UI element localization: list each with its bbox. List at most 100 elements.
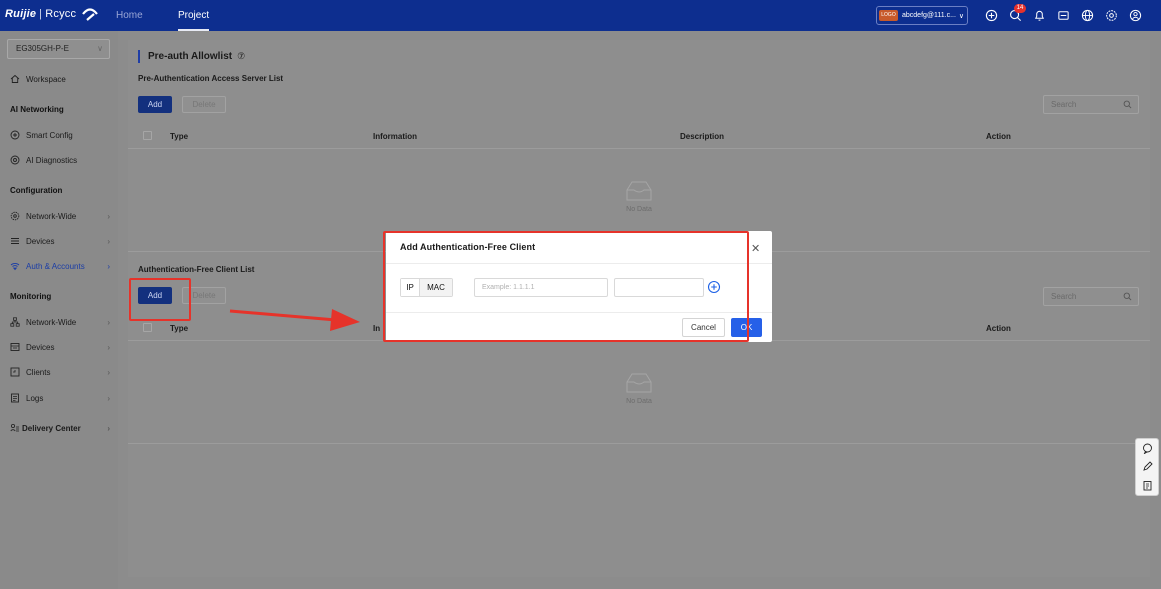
sidebar-group-monitoring: Monitoring [10,292,52,301]
search-clients-input[interactable]: Search [1043,287,1139,306]
chevron-right-icon: › [107,236,110,246]
account-email: abcdefg@111.c... [902,12,956,19]
chevron-right-icon: › [107,423,110,433]
sidebar-group-ai: AI Networking [10,105,64,114]
close-icon[interactable]: ✕ [751,242,760,255]
sidebar-item-label: Devices [26,236,55,246]
add-button[interactable]: Add [138,96,172,113]
select-all-checkbox[interactable] [143,131,152,140]
nav-home[interactable]: Home [116,0,143,31]
floating-toolbar [1135,438,1159,496]
logo-brand: Ruijie [5,8,37,20]
sidebar-item-label: Smart Config [26,130,73,140]
settings-icon[interactable] [1105,9,1118,22]
globe-icon[interactable] [1081,9,1094,22]
chevron-down-icon: ∨ [958,12,964,20]
sidebar-item-mon-logs[interactable]: Logs › [10,393,110,403]
empty-box-icon [626,373,652,393]
chevron-right-icon: › [107,261,110,271]
edit-icon[interactable] [1142,461,1153,472]
user-profile-icon[interactable] [1129,9,1142,22]
wifi-icon [10,261,20,271]
sidebar-item-mon-devices[interactable]: Devices › [10,342,110,352]
sidebar-item-label: Auth & Accounts [26,261,85,271]
home-icon [10,74,20,84]
clipboard-icon[interactable] [1142,480,1153,491]
sidebar: EG305GH-P-E ∨ Workspace AI Networking Sm… [0,31,118,589]
chat-icon[interactable] [1142,443,1153,454]
section-divider [128,443,1150,444]
sidebar-item-smart-config[interactable]: Smart Config [10,130,110,140]
table-header: Type Information Description Action [128,125,1150,149]
device-select[interactable]: EG305GH-P-E ∨ [7,39,110,59]
logo-mark-icon [82,8,99,21]
empty-state: No Data [609,372,669,405]
empty-text: No Data [626,398,652,405]
clients-icon [10,367,20,377]
sidebar-item-mon-clients[interactable]: Clients › [10,367,110,377]
sidebar-item-config-network-wide[interactable]: Network-Wide › [10,211,110,221]
sidebar-item-label: Workspace [26,74,66,84]
delivery-icon [10,423,20,433]
annotation-arrow-icon [229,309,360,331]
account-dropdown[interactable]: LOGO abcdefg@111.c... ∨ [876,6,968,25]
search-placeholder: Search [1051,100,1077,109]
smart-config-icon [10,130,20,140]
notification-badge: 14 [1014,4,1026,13]
sidebar-item-label: Logs [26,393,44,403]
sidebar-item-label: Devices [26,342,55,352]
sidebar-item-workspace[interactable]: Workspace [10,74,110,84]
sidebar-item-config-devices[interactable]: Devices › [10,236,110,246]
device-list-icon [10,342,20,352]
help-icon[interactable]: ⑦ [237,51,245,61]
account-avatar: LOGO [879,10,898,21]
column-type: Type [170,324,189,333]
chevron-right-icon: › [107,367,110,377]
brand-logo[interactable]: Ruijie | Rcycc [5,7,99,21]
sliders-icon [10,236,20,246]
search-input[interactable]: Search [1043,95,1139,114]
sidebar-item-mon-network-wide[interactable]: Network-Wide › [10,317,110,327]
chevron-right-icon: › [107,317,110,327]
column-action: Action [986,324,1011,333]
page-title-text: Pre-auth Allowlist [148,51,233,62]
logs-icon [10,393,20,403]
sidebar-item-delivery-center[interactable]: Delivery Center › [10,423,110,433]
search-placeholder: Search [1051,292,1077,301]
search-icon [1123,292,1132,301]
section-title-preauth-servers: Pre-Authentication Access Server List [138,74,284,83]
add-circle-icon[interactable] [985,9,998,22]
empty-text: No Data [626,206,652,213]
sidebar-item-ai-diagnostics[interactable]: AI Diagnostics [10,155,110,165]
search-icon [1123,100,1132,109]
message-icon[interactable] [1057,9,1070,22]
chevron-down-icon: ∨ [97,44,103,53]
add-button-highlight-box [129,278,191,321]
column-information: Information [373,132,417,141]
sidebar-item-label: Clients [26,367,51,377]
chevron-right-icon: › [107,393,110,403]
logo-separator: | [39,8,43,20]
column-description: Description [680,132,725,141]
sidebar-item-label: Network-Wide [26,211,77,221]
empty-box-icon [626,181,652,201]
column-type: Type [170,132,189,141]
chevron-right-icon: › [107,342,110,352]
sidebar-item-auth-accounts[interactable]: Auth & Accounts › [10,261,110,271]
top-bar: Ruijie | Rcycc Home Project LOGO abcdefg… [0,0,1161,31]
delete-button[interactable]: Delete [182,96,226,113]
select-all-checkbox[interactable] [143,323,152,332]
nav-project[interactable]: Project [178,0,210,31]
bell-icon[interactable] [1033,9,1046,22]
diagnostics-icon [10,155,20,165]
chevron-right-icon: › [107,211,110,221]
sidebar-item-label: Delivery Center [22,423,81,433]
column-action: Action [986,132,1011,141]
empty-state: No Data [609,180,669,213]
gear-icon [10,211,20,221]
column-information: In [373,324,381,333]
logo-sub: Rcycc [45,8,77,20]
sidebar-item-label: AI Diagnostics [26,155,78,165]
dialog-highlight-box [383,231,749,342]
sidebar-item-label: Network-Wide [26,317,77,327]
